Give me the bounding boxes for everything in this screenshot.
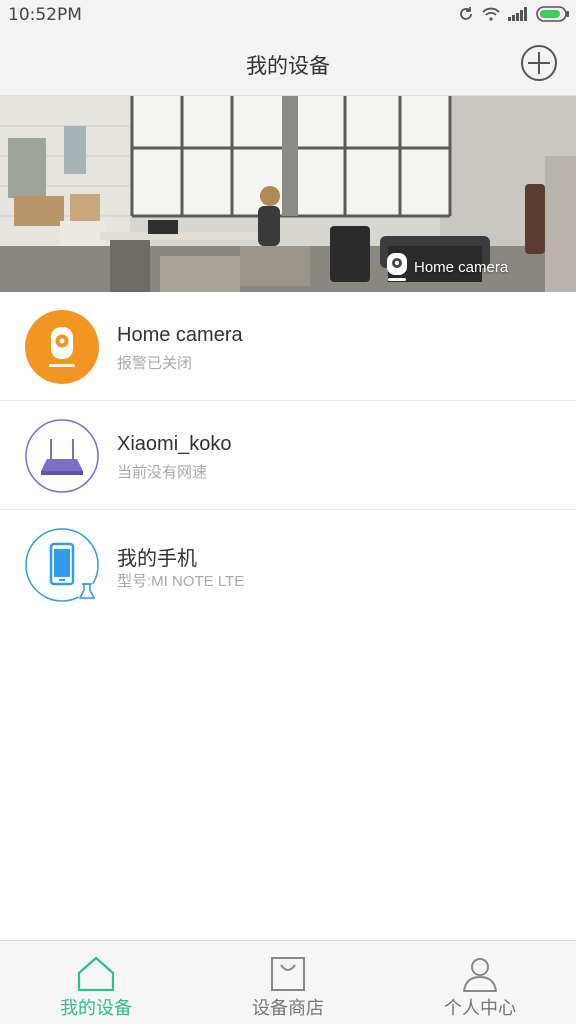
device-status: 当前没有网速 [117,464,208,481]
tab-personal-center[interactable]: 个人中心 [384,941,576,1024]
sync-icon [460,7,472,20]
plus-circle-icon [521,45,557,81]
device-status: 报警已关闭 [117,355,193,372]
page-title: 我的设备 [246,54,330,78]
device-avatar [25,528,99,602]
tab-device-store[interactable]: 设备商店 [192,941,384,1024]
home-icon [77,956,115,992]
add-device-button[interactable] [520,44,558,82]
device-name: 我的手机 [117,548,197,570]
camera-preview-banner[interactable]: Home camera [0,96,576,292]
tab-label: 设备商店 [252,998,324,1019]
device-status: 型号:MI NOTE LTE [117,573,245,590]
device-name: Home camera [117,324,243,346]
device-avatar [25,419,99,493]
router-icon [25,419,99,493]
device-avatar [25,310,99,384]
shopping-bag-icon [271,957,305,991]
status-icons [458,6,570,22]
device-list: Home camera 报警已关闭 Xiaomi_koko 当前没有网速 我的手… [0,292,576,619]
signal-icon [508,7,527,21]
bottom-tab-bar: 我的设备 设备商店 个人中心 [0,940,576,1024]
app-header: 我的设备 [0,30,576,96]
tab-my-devices[interactable]: 我的设备 [0,941,192,1024]
device-item-home-camera[interactable]: Home camera 报警已关闭 [0,292,576,401]
battery-icon [536,6,569,22]
user-icon [463,958,497,992]
status-time: 10:52PM [8,5,82,25]
device-item-xiaomi-koko[interactable]: Xiaomi_koko 当前没有网速 [0,401,576,510]
device-item-my-phone[interactable]: 我的手机 型号:MI NOTE LTE [0,510,576,619]
phone-icon [25,528,99,602]
device-name: Xiaomi_koko [117,433,232,455]
tab-label: 个人中心 [444,998,516,1019]
banner-camera-label: Home camera [386,252,508,282]
tab-label: 我的设备 [60,998,132,1019]
banner-label-text: Home camera [414,258,509,276]
status-bar: 10:52PM [0,0,576,30]
camera-icon [25,310,99,384]
camera-icon [387,253,407,281]
wifi-icon [482,7,500,21]
